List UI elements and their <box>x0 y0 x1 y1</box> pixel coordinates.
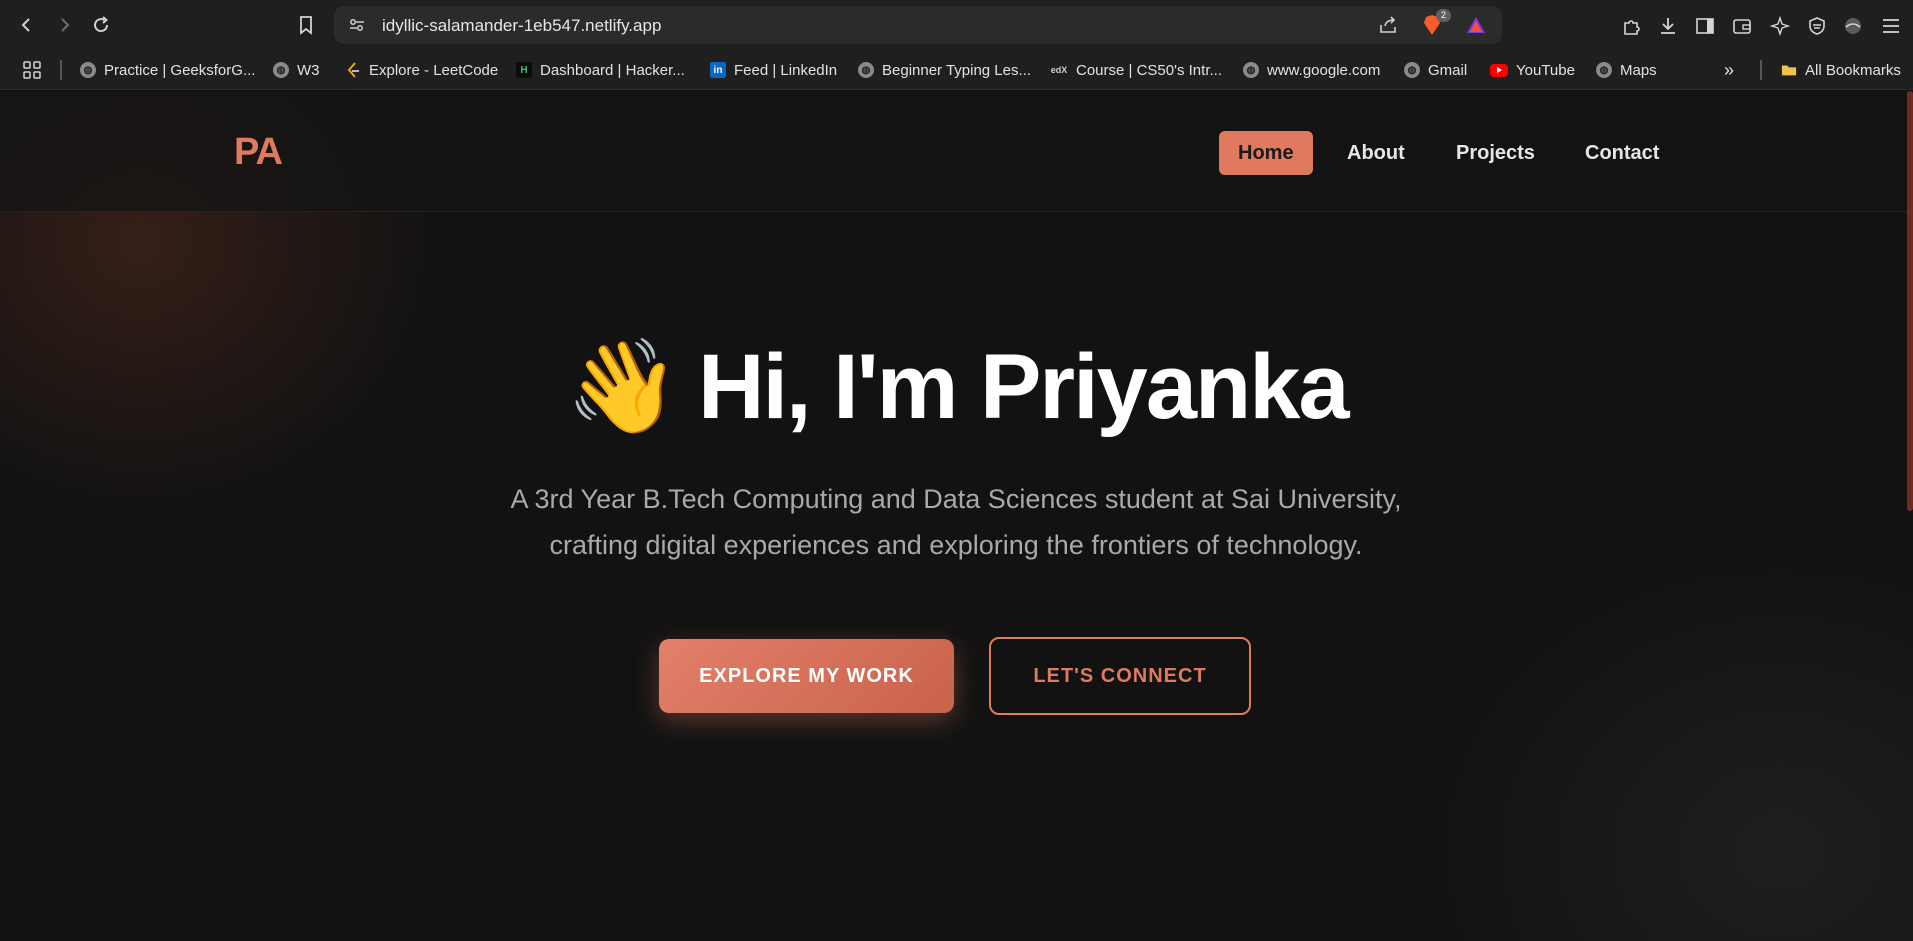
wallet-icon[interactable] <box>1729 13 1755 39</box>
hero-title: 👋 Hi, I'm Priyanka <box>0 334 1913 441</box>
globe-icon: ◍ <box>1404 62 1420 78</box>
hero-subtitle: A 3rd Year B.Tech Computing and Data Sci… <box>456 476 1456 568</box>
extensions-icon[interactable] <box>1619 13 1645 39</box>
back-icon[interactable] <box>14 12 40 38</box>
leo-ai-icon[interactable] <box>1767 13 1793 39</box>
globe-icon: ◍ <box>1596 62 1612 78</box>
hero-subtitle-line-1: A 3rd Year B.Tech Computing and Data Sci… <box>510 484 1402 514</box>
bookmark-leetcode[interactable]: Explore - LeetCode <box>345 59 498 81</box>
bookmark-gmail[interactable]: ◍ Gmail <box>1404 59 1467 81</box>
bookmark-maps[interactable]: ◍ Maps <box>1596 59 1657 81</box>
forward-icon[interactable] <box>51 12 77 38</box>
profile-avatar-icon[interactable] <box>1840 13 1866 39</box>
more-bookmarks-icon[interactable]: » <box>1724 59 1734 81</box>
address-bar[interactable]: idyllic-salamander-1eb547.netlify.app 2 <box>334 6 1502 44</box>
menu-icon[interactable] <box>1878 13 1904 39</box>
hackerrank-icon: H <box>516 62 532 78</box>
bookmarks-bar: ◍ Practice | GeeksforG... ◍ W3 Explore -… <box>0 50 1913 90</box>
explore-work-button[interactable]: EXPLORE MY WORK <box>659 639 954 713</box>
nav-contact[interactable]: Contact <box>1566 131 1678 175</box>
bookmark-w3[interactable]: ◍ W3 <box>273 59 320 81</box>
bookmark-cs50[interactable]: edX Course | CS50's Intr... <box>1050 59 1222 81</box>
shields-count-badge: 2 <box>1436 9 1451 22</box>
bookmark-linkedin[interactable]: in Feed | LinkedIn <box>710 59 837 81</box>
nav-projects[interactable]: Projects <box>1437 131 1554 175</box>
browser-toolbar: idyllic-salamander-1eb547.netlify.app 2 <box>0 0 1913 50</box>
page-scrollbar[interactable] <box>1907 91 1913 511</box>
bookmark-icon[interactable] <box>293 12 319 38</box>
url-text[interactable]: idyllic-salamander-1eb547.netlify.app <box>382 16 661 36</box>
globe-icon: ◍ <box>858 62 874 78</box>
share-icon[interactable] <box>1378 15 1398 40</box>
globe-icon: ◍ <box>273 62 289 78</box>
edx-icon: edX <box>1050 65 1068 75</box>
bookmarks-divider <box>60 60 62 80</box>
nav-about[interactable]: About <box>1328 131 1424 175</box>
nav-home[interactable]: Home <box>1219 131 1313 175</box>
bookmarks-divider <box>1760 60 1762 80</box>
waving-hand-icon: 👋 <box>565 336 680 438</box>
globe-icon: ◍ <box>1243 62 1259 78</box>
hero-subtitle-line-2: crafting digital experiences and explori… <box>549 530 1363 560</box>
site-header: PA Home About Projects Contact <box>0 91 1913 212</box>
bookmark-youtube[interactable]: YouTube <box>1490 59 1575 81</box>
site-settings-icon[interactable] <box>348 16 366 39</box>
reload-icon[interactable] <box>88 12 114 38</box>
page-viewport: PA Home About Projects Contact 👋 Hi, I'm … <box>0 91 1913 941</box>
folder-icon <box>1781 62 1797 78</box>
linkedin-icon: in <box>710 62 726 78</box>
bookmark-geeksforgeeks[interactable]: ◍ Practice | GeeksforG... <box>80 59 255 81</box>
bookmark-hackerrank[interactable]: H Dashboard | Hacker... <box>516 59 685 81</box>
site-logo[interactable]: PA <box>234 131 283 174</box>
brave-rewards-icon[interactable] <box>1465 15 1487 40</box>
hero-title-text: Hi, I'm Priyanka <box>698 336 1350 438</box>
youtube-icon <box>1490 63 1508 77</box>
vpn-shield-icon[interactable] <box>1804 13 1830 39</box>
leetcode-icon <box>345 62 361 78</box>
download-icon[interactable] <box>1655 13 1681 39</box>
globe-icon: ◍ <box>80 62 96 78</box>
sidebar-icon[interactable] <box>1692 13 1718 39</box>
bookmark-typing[interactable]: ◍ Beginner Typing Les... <box>858 59 1031 81</box>
lets-connect-button[interactable]: LET'S CONNECT <box>989 637 1251 715</box>
all-bookmarks-folder[interactable]: All Bookmarks <box>1781 59 1901 81</box>
apps-grid-icon[interactable] <box>22 59 42 81</box>
bookmark-google[interactable]: ◍ www.google.com <box>1243 59 1380 81</box>
